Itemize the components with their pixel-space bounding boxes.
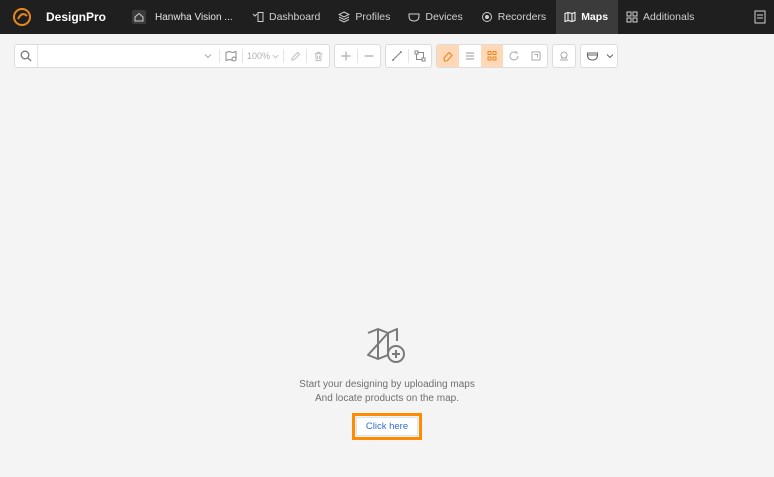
map-toolbar: 100% bbox=[14, 44, 622, 68]
zoom-value: 100% bbox=[247, 51, 271, 61]
map-search-group: 100% bbox=[14, 44, 330, 68]
empty-state: Start your designing by uploading maps A… bbox=[0, 326, 774, 440]
dome-camera-icon bbox=[581, 45, 603, 67]
nav-tab-label: Additionals bbox=[643, 11, 695, 23]
top-navigation-bar: DesignPro Hanwha Vision ... Dashboard Pr… bbox=[0, 0, 774, 34]
crop-icon[interactable] bbox=[525, 45, 547, 67]
project-name: Hanwha Vision ... bbox=[155, 11, 233, 23]
eraser-icon[interactable] bbox=[437, 45, 459, 67]
nav-tab-label: Recorders bbox=[497, 11, 547, 23]
nav-tab-label: Devices bbox=[425, 11, 463, 23]
chevron-down-icon[interactable] bbox=[197, 45, 219, 67]
dashboard-icon bbox=[252, 11, 264, 23]
highlight-box: Click here bbox=[351, 413, 423, 440]
nav-tab-label: Dashboard bbox=[269, 11, 321, 23]
empty-state-line-2: And locate products on the map. bbox=[315, 393, 459, 404]
chevron-down-icon bbox=[272, 54, 279, 58]
brand[interactable]: DesignPro bbox=[0, 0, 126, 34]
nav-tab-label: Maps bbox=[581, 11, 609, 23]
zoom-out-icon[interactable] bbox=[358, 45, 380, 67]
nav-tab-label: Profiles bbox=[355, 11, 391, 23]
recorder-icon bbox=[481, 11, 493, 23]
delete-icon[interactable] bbox=[307, 45, 329, 67]
search-icon[interactable] bbox=[15, 45, 37, 67]
nav-tab-profiles[interactable]: Profiles bbox=[330, 0, 400, 34]
view-controls bbox=[385, 44, 432, 68]
stamp-icon[interactable] bbox=[553, 45, 575, 67]
layers-icon[interactable] bbox=[459, 45, 481, 67]
nav-tab-additionals[interactable]: Additionals bbox=[618, 0, 704, 34]
empty-state-line-1: Start your designing by uploading maps bbox=[299, 379, 475, 390]
nav-tab-devices[interactable]: Devices bbox=[400, 0, 472, 34]
map-icon bbox=[564, 11, 576, 23]
project-selector[interactable]: Hanwha Vision ... bbox=[126, 0, 244, 34]
camera-icon bbox=[408, 11, 420, 23]
map-search-input[interactable] bbox=[37, 45, 197, 67]
map-settings-icon[interactable] bbox=[220, 45, 242, 67]
zoom-select[interactable]: 100% bbox=[243, 51, 283, 61]
zoom-controls bbox=[334, 44, 381, 68]
drawing-tools bbox=[436, 44, 548, 68]
designpro-logo-icon bbox=[11, 6, 33, 28]
rotate-icon[interactable] bbox=[503, 45, 525, 67]
upload-map-button[interactable]: Click here bbox=[355, 417, 419, 436]
nav-tab-dashboard[interactable]: Dashboard bbox=[244, 0, 330, 34]
edit-icon[interactable] bbox=[284, 45, 306, 67]
app-name: DesignPro bbox=[46, 10, 107, 24]
nav-tab-maps[interactable]: Maps bbox=[556, 0, 619, 34]
zoom-in-icon[interactable] bbox=[335, 45, 357, 67]
chevron-down-icon bbox=[603, 45, 617, 67]
profiles-icon bbox=[338, 11, 351, 23]
measure-line-icon[interactable] bbox=[386, 45, 408, 67]
device-grid-icon[interactable] bbox=[481, 45, 503, 67]
nav-tab-recorders[interactable]: Recorders bbox=[473, 0, 556, 34]
home-icon bbox=[132, 10, 146, 24]
map-add-icon bbox=[367, 328, 405, 363]
print-group bbox=[552, 44, 576, 68]
fit-area-icon[interactable] bbox=[409, 45, 431, 67]
panel-toggle-icon[interactable] bbox=[754, 10, 768, 24]
grid-icon bbox=[626, 11, 638, 23]
camera-type-select[interactable] bbox=[580, 44, 618, 68]
